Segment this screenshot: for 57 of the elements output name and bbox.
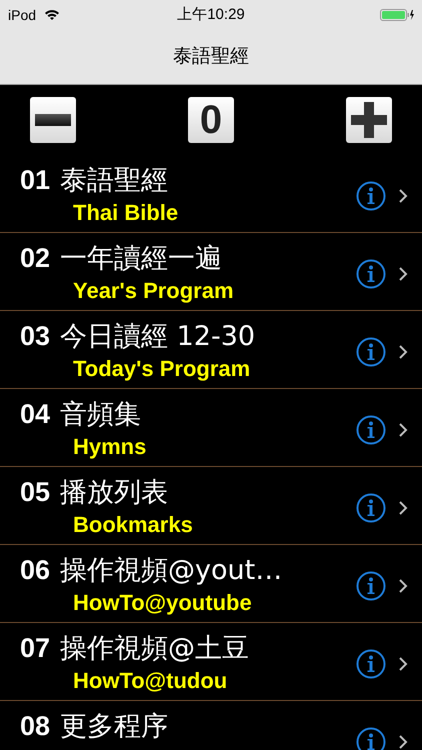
info-icon[interactable]: [356, 571, 386, 601]
list-row[interactable]: 03 今日讀經 12-30 Today's Program: [0, 311, 422, 389]
list-row[interactable]: 07 操作視頻@土豆 HowTo@tudou: [0, 623, 422, 701]
plus-icon: [349, 100, 389, 140]
minus-button[interactable]: [30, 97, 76, 143]
info-icon[interactable]: [356, 259, 386, 289]
list-row[interactable]: 06 操作視頻@yout… HowTo@youtube: [0, 545, 422, 623]
list-row[interactable]: 01 泰語聖經 Thai Bible: [0, 155, 422, 233]
counter-button[interactable]: 0: [188, 97, 234, 143]
info-icon[interactable]: [356, 649, 386, 679]
row-subtitle: HowTo@youtube: [73, 589, 253, 617]
carrier-label: iPod: [8, 6, 36, 24]
chevron-icon: [398, 344, 408, 360]
row-subtitle: HowTo@tudou: [73, 667, 228, 695]
info-icon[interactable]: [356, 181, 386, 211]
row-number: 01: [20, 164, 50, 197]
row-number: 08: [20, 710, 50, 743]
row-title: 操作視頻@土豆: [60, 632, 250, 666]
info-icon[interactable]: [356, 415, 386, 445]
info-icon[interactable]: [356, 727, 386, 750]
plus-button[interactable]: [346, 97, 392, 143]
list-row[interactable]: 02 一年讀經一遍 Year's Program: [0, 233, 422, 311]
chevron-icon: [398, 266, 408, 282]
row-subtitle: Hymns: [73, 433, 148, 461]
row-title: 泰語聖經: [60, 164, 168, 198]
minus-icon: [35, 114, 71, 126]
row-number: 04: [20, 398, 50, 431]
clock: 上午10:29: [177, 4, 245, 25]
row-number: 03: [20, 320, 50, 353]
row-number: 06: [20, 554, 50, 587]
row-number: 02: [20, 242, 50, 275]
row-title: 更多程序: [60, 710, 168, 744]
row-title: 音頻集: [60, 398, 142, 432]
battery-icon: [380, 9, 414, 21]
row-number: 07: [20, 632, 50, 665]
chevron-icon: [398, 656, 408, 672]
info-icon[interactable]: [356, 493, 386, 523]
row-title: 今日讀經 12-30: [60, 320, 256, 354]
row-subtitle: Bookmarks: [73, 511, 194, 539]
chevron-icon: [398, 422, 408, 438]
list-row[interactable]: 08 更多程序: [0, 701, 422, 750]
wifi-icon: [44, 9, 60, 21]
list-row[interactable]: 04 音頻集 Hymns: [0, 389, 422, 467]
row-subtitle: Year's Program: [73, 277, 235, 305]
row-subtitle: Today's Program: [73, 355, 252, 383]
row-title: 一年讀經一遍: [60, 242, 222, 276]
chevron-icon: [398, 500, 408, 516]
row-subtitle: Thai Bible: [73, 199, 180, 227]
row-number: 05: [20, 476, 50, 509]
chevron-icon: [398, 734, 408, 750]
row-title: 播放列表: [60, 476, 168, 510]
nav-title: 泰語聖經: [173, 44, 249, 69]
chevron-icon: [398, 578, 408, 594]
info-icon[interactable]: [356, 337, 386, 367]
list-row[interactable]: 05 播放列表 Bookmarks: [0, 467, 422, 545]
chevron-icon: [398, 188, 408, 204]
row-title: 操作視頻@yout…: [60, 554, 282, 588]
